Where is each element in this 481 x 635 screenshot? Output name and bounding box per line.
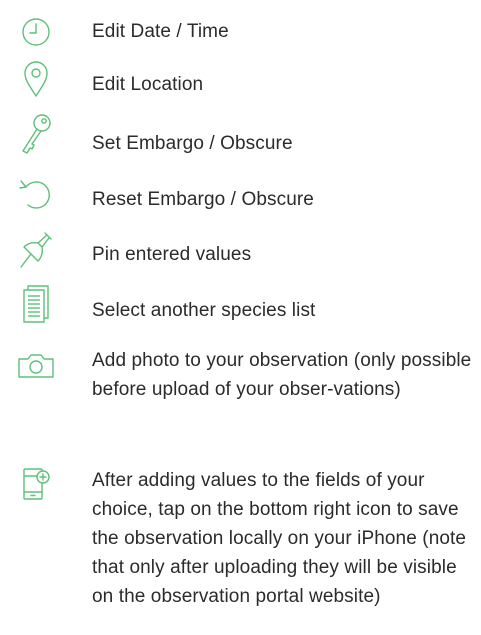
document-list-icon: [14, 284, 58, 324]
legend-label: After adding values to the fields of you…: [92, 470, 467, 607]
camera-icon: [14, 352, 58, 380]
key-icon: [14, 113, 58, 155]
legend-label: Pin entered values: [92, 244, 252, 265]
legend-label: Edit Date / Time: [92, 21, 229, 42]
legend-label: Edit Location: [92, 74, 204, 95]
legend-label: Set Embargo / Obscure: [92, 133, 293, 154]
reset-icon: [14, 177, 58, 211]
legend-label: Reset Embargo / Obscure: [92, 189, 314, 210]
legend-label: Select another species list: [92, 300, 316, 321]
location-pin-icon: [14, 60, 58, 98]
pushpin-icon: [14, 230, 58, 270]
icon-legend: Edit Date / Time Edit Location Set Embar…: [0, 0, 481, 635]
phone-save-icon: [14, 467, 58, 501]
clock-icon: [14, 17, 58, 47]
legend-label: Add photo to your observation (only poss…: [92, 350, 472, 400]
